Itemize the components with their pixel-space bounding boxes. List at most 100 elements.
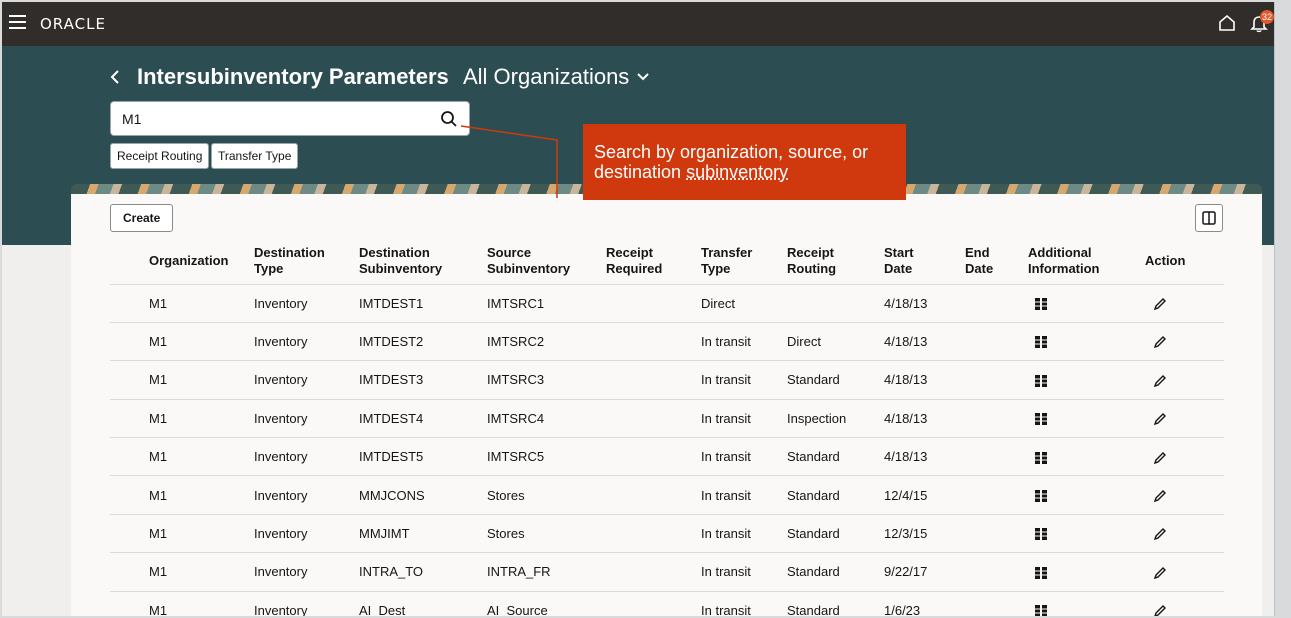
row-spacer [110,437,149,477]
column-header[interactable]: Transfer Type [701,238,787,285]
row-spacer [110,552,149,592]
column-header[interactable]: Receipt Required [606,238,701,285]
column-header-line-1: Organization [149,252,229,268]
cell-end [965,552,1028,592]
cell-start: 4/18/13 [884,399,965,439]
cell-receipt-req [606,284,701,323]
edit-icon[interactable] [1153,297,1167,311]
edit-icon[interactable] [1153,335,1167,349]
column-header[interactable]: Receipt Routing [787,238,884,285]
info-icon[interactable] [1034,335,1048,349]
edit-icon[interactable] [1153,566,1167,580]
search-field[interactable] [110,101,470,136]
column-header-line-2: Subinventory [487,260,571,276]
cell-additional-information [1028,284,1145,323]
top-bar: ORACLE 32 [2,2,1274,46]
row-spacer [110,514,149,554]
edit-icon[interactable] [1153,489,1167,503]
column-header[interactable]: Destination Type [254,238,359,285]
column-header-line-1: Source [487,244,532,260]
cell-dest-sub: MMJCONS [359,475,487,515]
cell-src-sub: IMTSRC1 [487,284,606,323]
column-header[interactable]: Organization [149,238,254,285]
cell-transfer-type: In transit [701,552,787,592]
column-header-line-1: Transfer [701,244,753,260]
search-icon[interactable] [440,110,458,128]
table-row[interactable]: M1 Inventory AI_Dest AI_Source In transit Sta… [110,591,1224,616]
info-icon[interactable] [1034,527,1048,541]
hamburger-icon[interactable] [9,15,26,29]
cell-routing: Standard [787,475,884,515]
chevron-left-icon[interactable] [108,68,122,86]
callout-underlined-term: subinventory [686,162,789,182]
cell-routing: Standard [787,437,884,477]
oracle-logo: ORACLE [40,15,106,33]
cell-action [1145,399,1224,439]
column-header-line-1: Additional [1028,244,1092,260]
cell-start: 4/18/13 [884,360,965,400]
column-header-line-1: Destination [254,244,325,260]
home-icon[interactable] [1217,13,1237,33]
column-header-line-2: Information [1028,260,1100,276]
cell-transfer-type: In transit [701,322,787,362]
callout-line-2: destination subinventory [594,162,895,182]
info-icon[interactable] [1034,412,1048,426]
cell-start: 1/6/23 [884,591,965,616]
cell-transfer-type: In transit [701,514,787,554]
info-icon[interactable] [1034,451,1048,465]
organization-switcher[interactable]: All Organizations [463,64,650,90]
column-header-line-2: Type [701,260,731,276]
filter-chip-receipt-routing[interactable]: Receipt Routing [110,143,210,169]
cell-transfer-type: In transit [701,437,787,477]
header-spacer [110,238,149,285]
info-icon[interactable] [1034,604,1048,616]
edit-icon[interactable] [1153,451,1167,465]
column-header[interactable]: End Date [965,238,1028,285]
table-header-row: Organization Destination Type Destination Su… [110,238,1224,285]
edit-icon[interactable] [1153,527,1167,541]
table-row[interactable]: M1 Inventory IMTDEST5 IMTSRC5 In transit Stan… [110,437,1224,477]
cell-dest-sub: INTRA_TO [359,552,487,592]
column-header[interactable]: Additional Information [1028,238,1145,285]
column-header-line-1: Action [1145,252,1186,268]
cell-routing: Direct [787,322,884,362]
search-input[interactable] [122,110,422,127]
cell-src-sub: INTRA_FR [487,552,606,592]
column-header[interactable]: Source Subinventory [487,238,606,285]
create-button[interactable]: Create [110,204,174,232]
info-icon[interactable] [1034,297,1048,311]
filter-chip-transfer-type[interactable]: Transfer Type [211,143,299,169]
cell-additional-information [1028,360,1145,400]
info-icon[interactable] [1034,374,1048,388]
info-icon[interactable] [1034,489,1048,503]
cell-dest-sub: IMTDEST5 [359,437,487,477]
callout-tooltip: Search by organization, source, or desti… [583,124,906,200]
cell-src-sub: IMTSRC3 [487,360,606,400]
column-header-line-2: Routing [787,260,837,276]
cell-receipt-req [606,437,701,477]
column-header[interactable]: Start Date [884,238,965,285]
edit-icon[interactable] [1153,604,1167,616]
column-header[interactable]: Destination Subinventory [359,238,487,285]
cell-routing: Standard [787,514,884,554]
table-row[interactable]: M1 Inventory IMTDEST1 IMTSRC1 Direct 4/18/13 [110,284,1224,323]
columns-button[interactable] [1195,204,1223,232]
cell-dest-sub: MMJIMT [359,514,487,554]
cell-org: M1 [149,284,254,323]
cell-action [1145,591,1224,616]
table-row[interactable]: M1 Inventory IMTDEST4 IMTSRC4 In transit Insp… [110,399,1224,439]
cell-src-sub: IMTSRC5 [487,437,606,477]
edit-icon[interactable] [1153,374,1167,388]
cell-dest-type: Inventory [254,322,359,362]
column-header[interactable]: Action [1145,238,1224,285]
table-row[interactable]: M1 Inventory IMTDEST2 IMTSRC2 In transit Dire… [110,322,1224,362]
table-row[interactable]: M1 Inventory IMTDEST3 IMTSRC3 In transit Stan… [110,360,1224,400]
notification-badge: 32 [1260,10,1274,24]
cell-end [965,322,1028,362]
table-row[interactable]: M1 Inventory MMJIMT Stores In transit Standar… [110,514,1224,554]
column-header-line-1: Destination [359,244,430,260]
edit-icon[interactable] [1153,412,1167,426]
info-icon[interactable] [1034,566,1048,580]
table-row[interactable]: M1 Inventory INTRA_TO INTRA_FR In transit Sta… [110,552,1224,592]
table-row[interactable]: M1 Inventory MMJCONS Stores In transit Standa… [110,475,1224,515]
